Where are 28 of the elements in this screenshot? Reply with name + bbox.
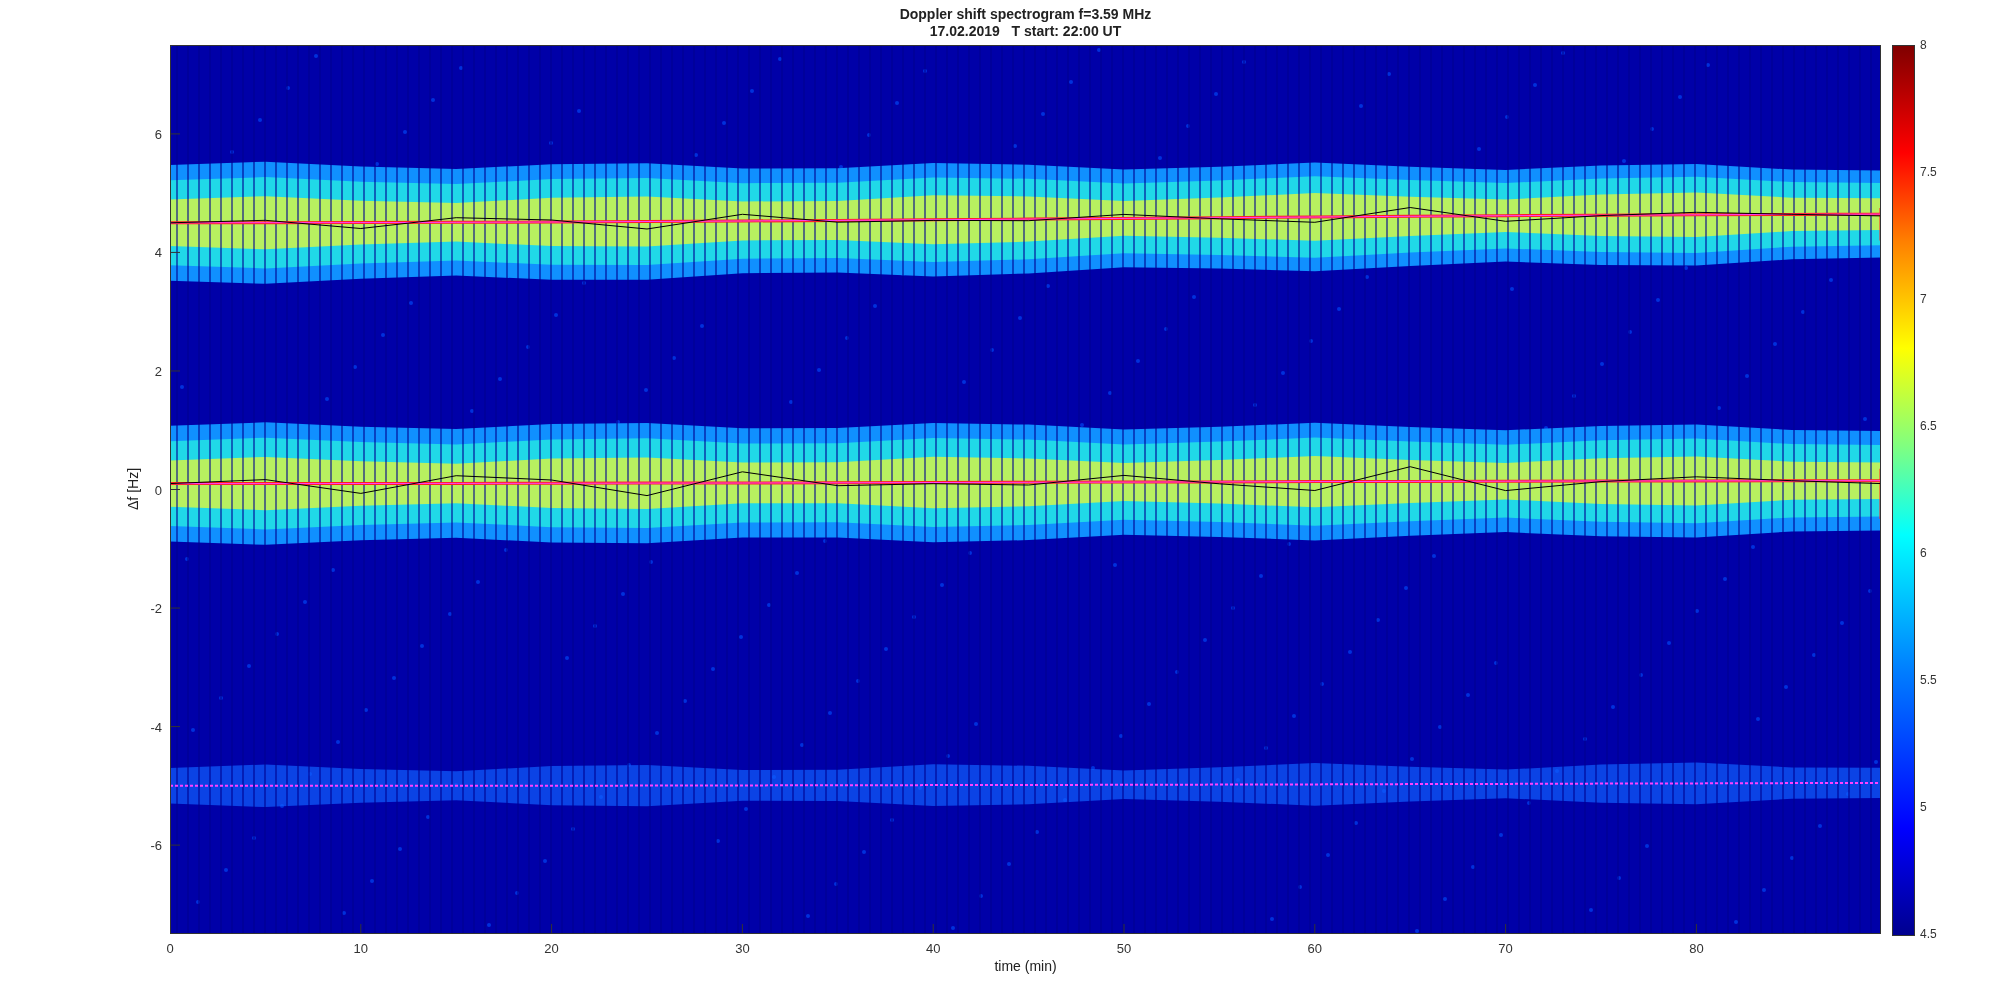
y-tick-label: 2 — [154, 363, 162, 379]
y-tick-label: 4 — [154, 244, 162, 260]
x-tick-label: 40 — [925, 941, 941, 956]
x-tick-label: 30 — [735, 941, 750, 956]
y-tick-label: -4 — [150, 719, 162, 735]
y-tick-label: 6 — [154, 126, 162, 142]
colorbar-tick-label: 6 — [1920, 546, 1927, 560]
colorbar-tick-label: 6.5 — [1920, 419, 1937, 433]
y-tick-label: -6 — [150, 837, 162, 853]
x-tick-label: 70 — [1498, 941, 1513, 956]
colorbar-tick-label: 7 — [1920, 292, 1927, 306]
colorbar-tick-label: 4.5 — [1920, 927, 1937, 941]
x-tick-label: 10 — [353, 941, 369, 956]
x-tick-label: 60 — [1307, 941, 1323, 956]
plot-subtitle: 17.02.2019 T start: 22:00 UT — [929, 23, 1122, 40]
colorbar-tick-label: 5.5 — [1920, 673, 1937, 687]
colorbar-tick-label: 5 — [1920, 800, 1927, 814]
x-tick-label: 0 — [166, 941, 174, 956]
x-tick-label: 20 — [544, 941, 559, 956]
plot-title: Doppler shift spectrogram f=3.59 MHz — [899, 6, 1152, 23]
x-tick-label: 50 — [1116, 941, 1132, 956]
x-tick-label: 80 — [1689, 941, 1704, 956]
colorbar-tick-label: 7.5 — [1920, 165, 1937, 179]
y-tick-label: -2 — [150, 600, 162, 616]
y-tick-label: 0 — [154, 482, 162, 497]
colorbar-tick-label: 8 — [1920, 38, 1927, 52]
x-axis-label: time (min) — [994, 958, 1057, 974]
y-axis-label: Δf [Hz] — [125, 467, 141, 510]
